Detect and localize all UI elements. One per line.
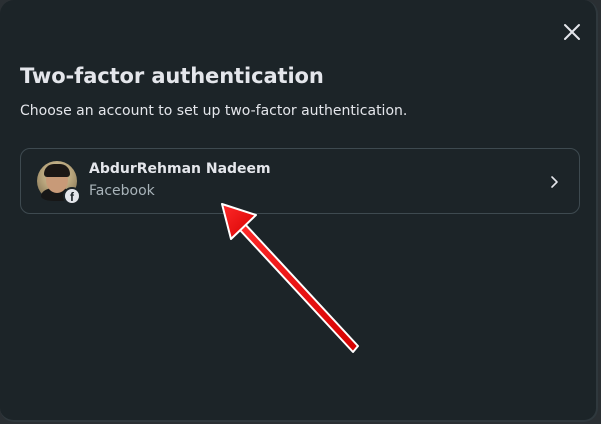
facebook-icon: f xyxy=(65,189,79,203)
close-button[interactable] xyxy=(557,17,587,47)
account-name: AbdurRehman Nadeem xyxy=(89,161,271,177)
facebook-badge: f xyxy=(63,187,81,205)
chevron-right-icon xyxy=(549,175,561,189)
dialog-subtitle: Choose an account to set up two-factor a… xyxy=(20,103,408,119)
avatar: f xyxy=(37,161,81,205)
avatar-hair xyxy=(44,164,70,177)
close-icon xyxy=(564,24,580,40)
account-option-facebook[interactable]: f AbdurRehman Nadeem Facebook xyxy=(20,148,580,214)
account-platform: Facebook xyxy=(89,183,155,199)
dialog-title: Two-factor authentication xyxy=(20,64,324,88)
two-factor-dialog: Two-factor authentication Choose an acco… xyxy=(0,0,598,422)
